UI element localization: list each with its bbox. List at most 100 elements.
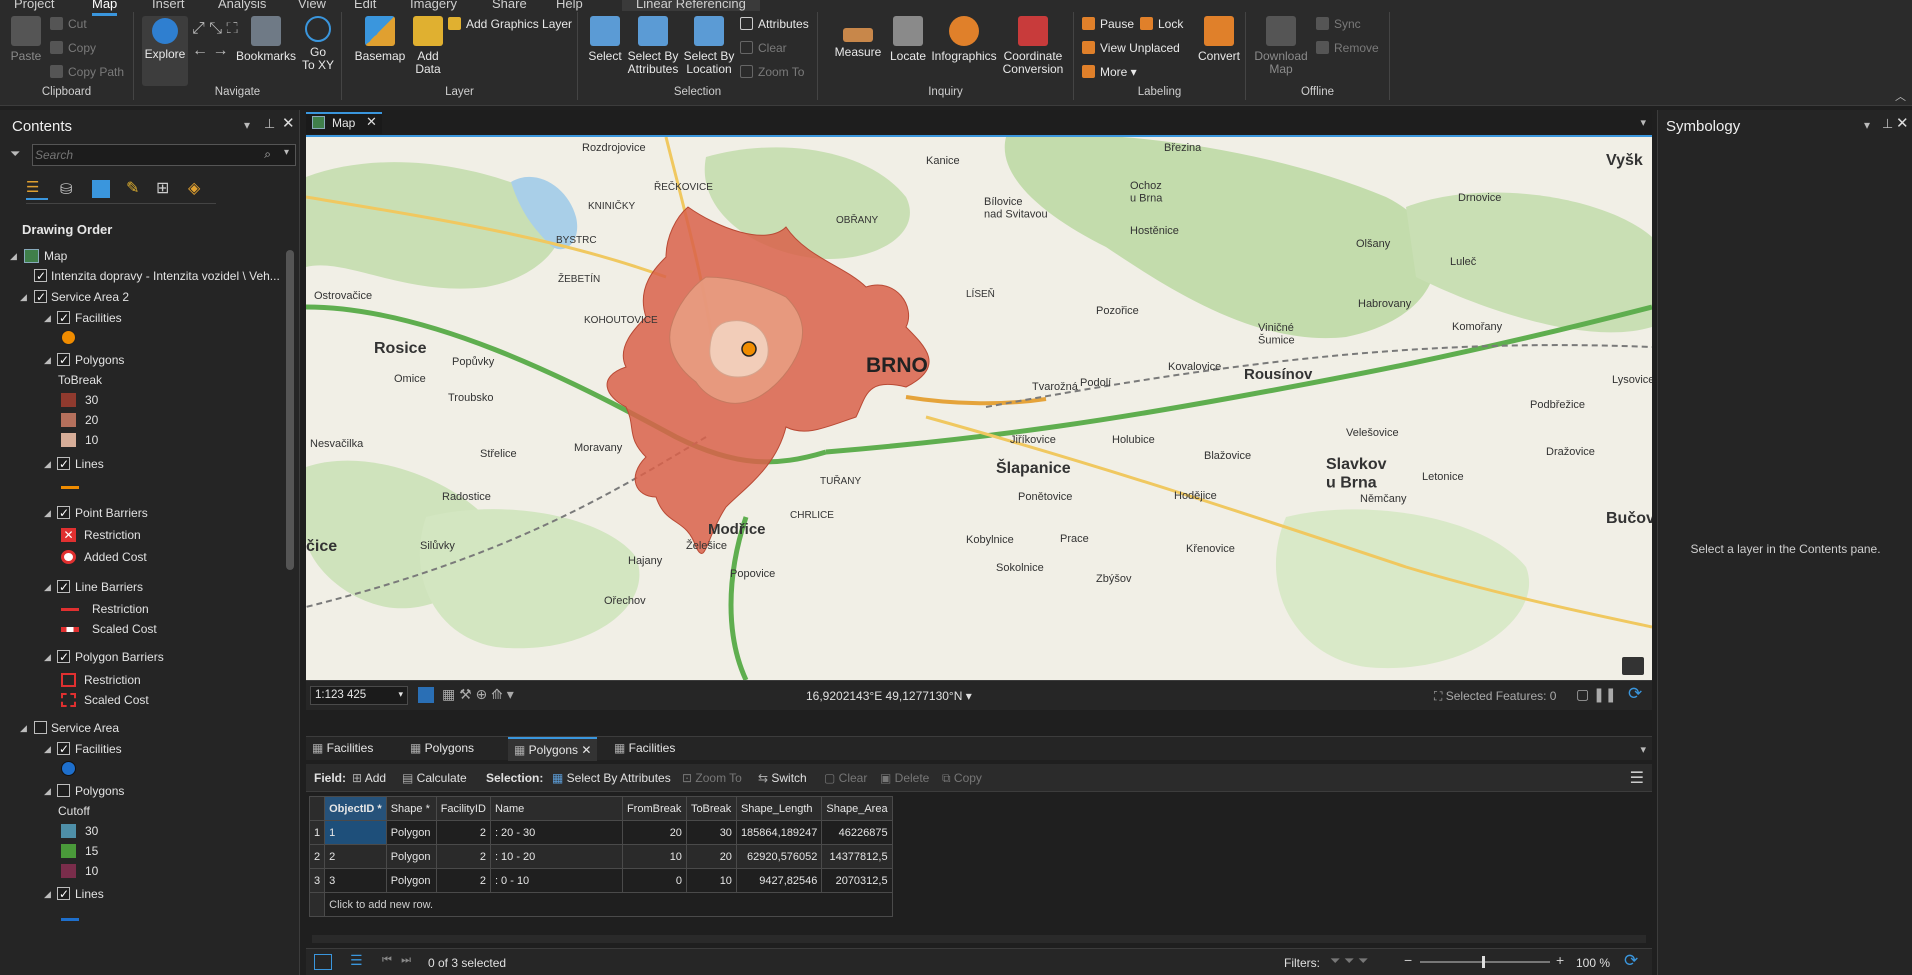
snapping-view-icon[interactable]: ⊞ (156, 178, 169, 198)
pane-options-icon[interactable]: ▾ (244, 118, 250, 132)
grid-toggle-icon[interactable] (418, 687, 434, 703)
table-cell[interactable]: 2070312,5 (821, 868, 893, 893)
tab-edit[interactable]: Edit (354, 0, 376, 11)
layer-visibility-checkbox[interactable] (57, 884, 70, 904)
add-row[interactable]: Click to add new row. (308, 892, 893, 917)
measure-button[interactable]: Measure (832, 16, 884, 59)
pause-drawing-icon[interactable]: ▢ ❚❚ (1576, 686, 1617, 703)
remove-button[interactable]: Remove (1316, 41, 1379, 55)
tab-project[interactable]: Project (14, 0, 54, 11)
search-icon[interactable]: ⌕ (264, 147, 271, 162)
row-selector-header[interactable] (308, 796, 326, 821)
add-data-button[interactable]: Add Data (408, 16, 448, 76)
drawing-order-icon[interactable]: ☰ (26, 178, 48, 200)
table-cell[interactable]: Polygon (385, 868, 437, 893)
lock-labels-button[interactable]: Lock (1140, 17, 1183, 31)
tab-linear-referencing[interactable]: Linear Referencing (622, 0, 760, 11)
table-cell[interactable]: 2 (324, 844, 387, 869)
table-tab-polygons[interactable]: ▦ Polygons (410, 741, 474, 755)
table-cell[interactable]: 20 (685, 844, 737, 869)
pane-options-icon[interactable]: ▾ (1864, 118, 1870, 132)
row-number[interactable]: 3 (308, 868, 326, 893)
table-row[interactable]: 2 2 Polygon 2 : 10 - 20 10 20 62920,5760… (308, 844, 893, 869)
tree-row-polygon-barriers[interactable]: ◢Polygon Barriers (0, 647, 280, 667)
table-cell[interactable]: Polygon (385, 820, 437, 845)
search-options-icon[interactable]: ▾ (284, 147, 289, 158)
tree-row-polygons-2[interactable]: ◢ Polygons (0, 781, 280, 801)
table-cell[interactable]: 185864,189247 (735, 820, 823, 845)
zoom-slider-thumb[interactable] (1482, 956, 1485, 968)
add-row-hint[interactable]: Click to add new row. (324, 892, 893, 917)
layer-visibility-checkbox[interactable] (57, 454, 70, 474)
select-by-attributes-table-button[interactable]: ▦ Select By Attributes (552, 771, 671, 785)
table-cell[interactable]: 14377812,5 (821, 844, 893, 869)
filter-icon[interactable]: ⏷ (10, 146, 20, 162)
search-input[interactable] (35, 147, 245, 163)
layer-visibility-checkbox[interactable] (34, 721, 47, 734)
zoom-to-selection-button[interactable]: Zoom To (740, 65, 804, 79)
calculate-field-button[interactable]: ▤ Calculate (402, 771, 467, 785)
table-cell[interactable]: 46226875 (821, 820, 893, 845)
tab-share[interactable]: Share (492, 0, 527, 11)
tab-insert[interactable]: Insert (152, 0, 185, 11)
attributes-button[interactable]: Attributes (740, 17, 809, 31)
tab-view[interactable]: View (298, 0, 326, 11)
table-cell[interactable]: 10 (685, 868, 737, 893)
add-graphics-layer-button[interactable]: Add Graphics Layer (448, 17, 572, 31)
table-cell[interactable]: 20 (621, 820, 687, 845)
table-cell[interactable]: 10 (621, 844, 687, 869)
table-tab-facilities-2[interactable]: ▦ Facilities (614, 741, 675, 755)
view-unplaced-button[interactable]: View Unplaced (1082, 41, 1180, 55)
clear-selection-button[interactable]: Clear (740, 41, 787, 55)
table-cell[interactable]: : 20 - 30 (489, 820, 623, 845)
cut-button[interactable]: Cut (50, 17, 87, 31)
table-cell[interactable]: 2 (435, 868, 491, 893)
show-all-records-icon[interactable] (314, 954, 332, 970)
bookmarks-button[interactable]: Bookmarks (234, 16, 298, 63)
service-area-polygon-10[interactable] (709, 320, 769, 378)
table-cell[interactable]: 62920,576052 (735, 844, 823, 869)
pause-labels-button[interactable]: Pause (1082, 17, 1134, 31)
select-by-attributes-button[interactable]: Select By Attributes (626, 16, 680, 76)
switch-selection-button[interactable]: ⇆ Switch (758, 771, 807, 785)
tree-row-lines[interactable]: ◢Lines (0, 454, 280, 474)
table-cell[interactable]: 2 (435, 844, 491, 869)
table-cell[interactable]: 3 (324, 868, 387, 893)
layer-visibility-checkbox[interactable] (57, 784, 70, 797)
layer-visibility-checkbox[interactable] (34, 287, 47, 307)
select-button[interactable]: Select (586, 16, 624, 63)
refresh-icon[interactable]: ⟳ (1624, 951, 1638, 971)
tree-row-point-barriers[interactable]: ◢Point Barriers (0, 503, 280, 523)
tree-row-facilities-2[interactable]: ◢Facilities (0, 739, 280, 759)
facility-point[interactable] (741, 341, 757, 357)
basemap-button[interactable]: Basemap (352, 16, 408, 63)
table-row[interactable]: 3 3 Polygon 2 : 0 - 10 0 10 9427,82546 2… (308, 868, 893, 893)
copy-table-button[interactable]: ⧉ Copy (942, 771, 982, 786)
column-header[interactable]: FacilityID (435, 796, 491, 821)
pin-icon[interactable]: ⊥ (264, 116, 275, 132)
tree-row-lines-2[interactable]: ◢Lines (0, 884, 280, 904)
select-by-location-button[interactable]: Select By Location (682, 16, 736, 76)
close-icon[interactable]: ✕ (581, 743, 591, 757)
zoom-out-icon[interactable]: − (1404, 952, 1412, 968)
labeling-view-icon[interactable]: ◈ (188, 178, 200, 198)
layer-visibility-checkbox[interactable] (34, 266, 47, 286)
table-tab-polygons-active[interactable]: ▦ Polygons ✕ (508, 737, 598, 761)
zoom-in-icon[interactable]: + (1556, 952, 1564, 968)
table-cell[interactable]: 9427,82546 (735, 868, 823, 893)
horizontal-scrollbar[interactable] (312, 935, 1646, 943)
column-header[interactable]: Shape_Length (735, 796, 823, 821)
table-menu-icon[interactable]: ☰ (1630, 768, 1644, 788)
tree-row-service-area[interactable]: ◢ Service Area (0, 718, 280, 738)
column-header[interactable]: ToBreak (685, 796, 737, 821)
paste-button[interactable]: Paste (8, 16, 44, 63)
tab-analysis[interactable]: Analysis (218, 0, 266, 11)
convert-button[interactable]: Convert (1194, 16, 1244, 63)
column-header[interactable]: Shape * (385, 796, 437, 821)
table-cell[interactable]: : 0 - 10 (489, 868, 623, 893)
chevron-down-icon[interactable]: ▾ (1640, 743, 1646, 756)
copy-button[interactable]: Copy (50, 41, 96, 55)
column-header[interactable]: ObjectID * (324, 796, 387, 821)
explore-button[interactable]: Explore (142, 16, 188, 86)
layer-visibility-checkbox[interactable] (57, 308, 70, 328)
